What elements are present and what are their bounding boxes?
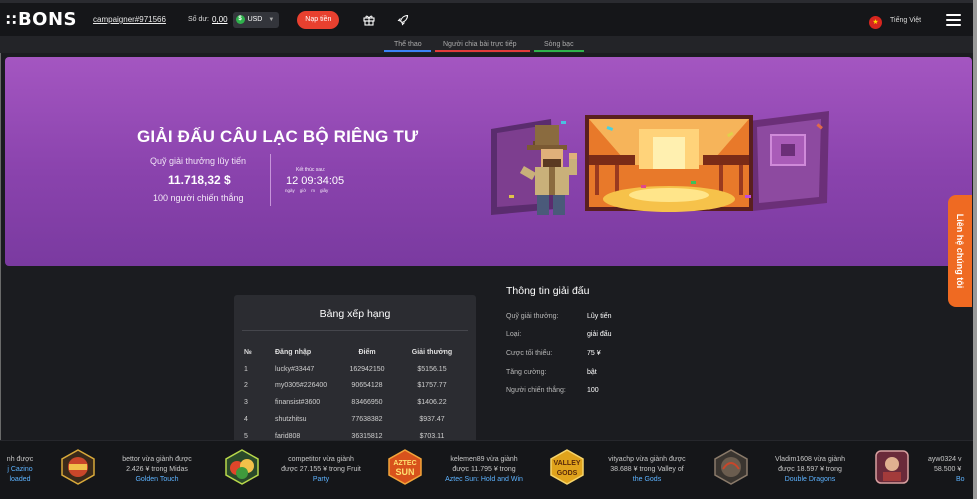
rank: 2 [244, 382, 248, 389]
logo[interactable]: ∷BONS [6, 9, 77, 30]
app-window: ∷BONS campaigner#971566 Số dư: 0,00 $ US… [0, 0, 977, 499]
login: shutzhitsu [275, 416, 307, 423]
tournament-info-title: Thông tin giải đấu [506, 285, 590, 297]
tab-casino-underline [534, 50, 584, 52]
info-value: bật [587, 369, 597, 376]
scrollbar[interactable] [973, 0, 977, 499]
info-key: Loại: [506, 331, 522, 338]
leaderboard-title: Bảng xếp hạng [319, 308, 391, 320]
deposit-button[interactable]: Nạp tiền [297, 10, 340, 29]
currency-icon: $ [235, 15, 245, 24]
prize: $937.47 [419, 416, 445, 423]
contact-us-label: Liên hệ chúng tôi [955, 213, 965, 289]
win-item[interactable]: competitor vừa giành được 27.155 ¥ trong… [268, 455, 374, 485]
top-bar: ∷BONS campaigner#971566 Số dư: 0,00 $ US… [0, 0, 977, 36]
info-value: 100 [587, 387, 599, 394]
ends-in-label: Kết thúc sau: [296, 167, 326, 173]
info-value: 75 ¥ [587, 350, 601, 357]
rank: 4 [244, 416, 248, 423]
leaderboard-divider [242, 330, 468, 331]
rank: 1 [244, 366, 248, 373]
rank: 3 [244, 399, 248, 406]
tab-casino[interactable]: Sòng bạc [544, 41, 574, 48]
info-key: Cược tối thiểu: [506, 350, 553, 357]
rank: 5 [244, 433, 248, 440]
info-value: Lũy tiến [587, 313, 612, 320]
game-midas-icon[interactable] [60, 449, 96, 485]
balance-label: Số dư: [187, 16, 209, 23]
login: my0305#226400 [275, 382, 328, 389]
info-key: Quỹ giải thưởng: [506, 313, 559, 320]
game-double-dragons-icon[interactable] [713, 449, 749, 485]
col-rank: № [244, 349, 252, 356]
tab-live-dealer-underline [435, 50, 530, 52]
prize: $1757.77 [417, 382, 447, 389]
chevron-down-icon: ▼ [268, 16, 275, 23]
points: 83466950 [351, 399, 383, 406]
gift-icon[interactable] [363, 14, 375, 26]
login: finansist#3600 [275, 399, 321, 406]
banner-illustration [491, 111, 829, 215]
game-valley-gods-icon[interactable]: VALLEY GODS [549, 449, 585, 485]
contact-us-button[interactable]: Liên hệ chúng tôi [948, 195, 972, 307]
winners-count: 100 người chiến thắng [153, 193, 244, 203]
svg-text:VALLEY: VALLEY [553, 460, 580, 467]
tournament-title: GIẢI ĐẤU CÂU LẠC BỘ RIÊNG TƯ [137, 127, 419, 146]
prize: $1406.22 [417, 399, 447, 406]
unit-minutes: m [311, 188, 315, 193]
currency-select[interactable]: $ USD ▼ [232, 11, 280, 28]
menu-icon[interactable] [946, 14, 961, 26]
svg-text:GODS: GODS [557, 470, 578, 477]
unit-hours: giờ [299, 188, 307, 193]
tab-sports-underline [384, 50, 431, 52]
countdown-timer: 12 09:34:05 [286, 175, 345, 187]
svg-text:AZTEC: AZTEC [393, 460, 416, 467]
login: lucky#33447 [275, 366, 315, 373]
points: 36315812 [351, 433, 383, 440]
banner-divider [270, 154, 271, 206]
tournament-banner[interactable]: GIẢI ĐẤU CÂU LẠC BỘ RIÊNG TƯ Quỹ giải th… [5, 57, 972, 266]
win-item[interactable]: Vladim1608 vừa giành được 18.597 ¥ trong… [762, 455, 858, 485]
logo-text: BONS [17, 9, 77, 30]
points: 162942150 [349, 366, 385, 373]
leaderboard-panel: Bảng xếp hạng № Đăng nhập Điểm Giải thưở… [234, 295, 476, 445]
rocket-icon[interactable] [397, 14, 409, 26]
unit-seconds: giây [319, 188, 329, 193]
col-points: Điểm [358, 349, 376, 356]
countdown-units: ngày giờ m giây [285, 188, 333, 193]
user-account-link[interactable]: campaigner#971566 [93, 15, 166, 24]
currency-value: USD [247, 16, 263, 23]
prize-pool-value: 11.718,32 $ [168, 173, 231, 187]
info-key: Người chiến thắng: [506, 387, 566, 394]
vietnam-flag-icon[interactable]: ★ [869, 16, 882, 29]
tab-sports[interactable]: Thể thao [394, 41, 422, 48]
col-prize: Giải thưởng [411, 349, 453, 356]
game-fruit-party-icon[interactable] [224, 449, 260, 485]
points: 77638382 [351, 416, 383, 423]
prize: $5156.15 [417, 366, 447, 373]
win-item[interactable]: kelemen89 vừa giành được 11.795 ¥ trong … [436, 455, 532, 485]
sub-navigation: Thể thao Người chia bài trực tiếp Sòng b… [0, 36, 977, 53]
svg-text:SUN: SUN [395, 467, 414, 477]
win-item[interactable]: ayw0324 v 58.500 ¥ Bo [918, 455, 977, 485]
prize: $703.11 [419, 433, 445, 440]
unit-days: ngày [285, 188, 295, 193]
recent-wins-ticker: nh được j Cazino loaded bettor vừa giành… [0, 440, 977, 499]
window-edge [0, 0, 1, 499]
login: farid808 [275, 433, 301, 440]
game-aztec-sun-icon[interactable]: AZTEC SUN [387, 449, 423, 485]
win-item[interactable]: nh được j Cazino loaded [0, 455, 42, 485]
language-select[interactable]: Tiếng Việt [890, 17, 921, 24]
game-bonanza-icon[interactable] [874, 449, 910, 485]
col-login: Đăng nhập [275, 349, 312, 356]
prize-pool-label: Quỹ giải thưởng lũy tiến [150, 156, 246, 166]
balance-value[interactable]: 0,00 [212, 15, 228, 24]
info-value: giải đấu [587, 331, 612, 338]
win-item[interactable]: bettor vừa giành được 2.426 ¥ trong Mida… [104, 455, 210, 485]
points: 90654128 [351, 382, 383, 389]
tab-live-dealer[interactable]: Người chia bài trực tiếp [443, 41, 517, 48]
info-key: Tăng cường: [506, 369, 547, 376]
win-item[interactable]: vityachp vừa giành được 38.688 ¥ trong V… [600, 455, 694, 485]
